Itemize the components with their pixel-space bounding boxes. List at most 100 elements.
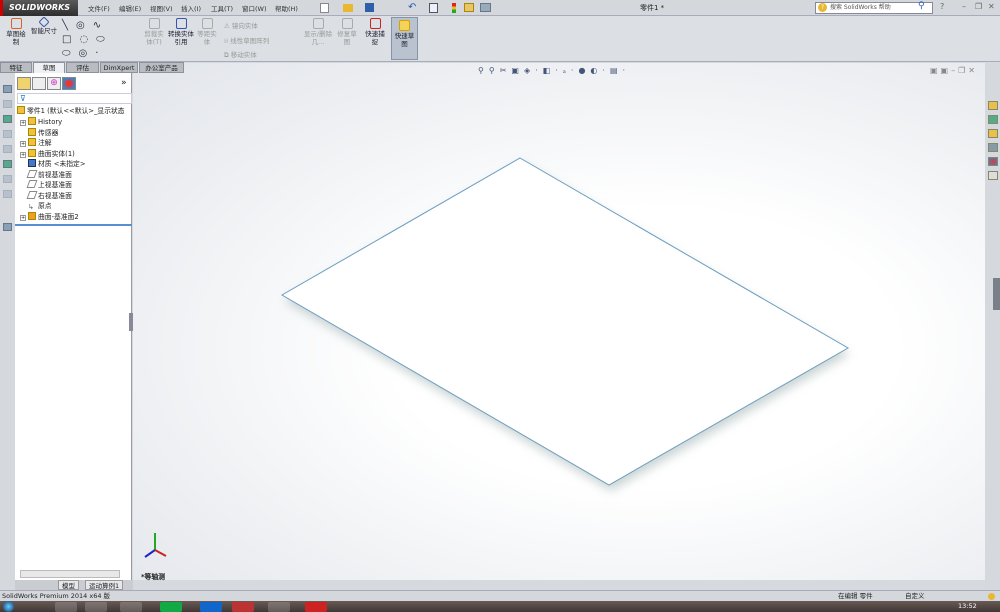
sketch-button[interactable]: 草图绘制 xyxy=(4,18,28,46)
taskbar-app-solidworks[interactable] xyxy=(305,602,327,612)
tab-motion-study[interactable]: 运动算例1 xyxy=(85,580,124,590)
tree-filter-input[interactable]: ⊽ xyxy=(17,93,132,104)
plane-icon xyxy=(26,180,38,188)
expand-panel-icon[interactable]: » xyxy=(121,78,127,88)
view-palette-icon[interactable] xyxy=(988,143,998,152)
graphics-viewport[interactable]: ⚲⚲✂▣◈·◧·ₐ·●◐·▤· ▣▣–❐✕ *等轴测 xyxy=(133,63,985,581)
restore-icon[interactable]: ❐ xyxy=(975,2,982,11)
tab-office-products[interactable]: 办公室产品 xyxy=(139,62,184,73)
minimize-icon[interactable]: – xyxy=(962,2,966,11)
strip-icon[interactable] xyxy=(3,145,12,153)
tree-item-right-plane[interactable]: 右视基准面 xyxy=(26,190,72,202)
strip-icon[interactable] xyxy=(3,175,12,183)
expand-icon[interactable]: + xyxy=(20,214,26,221)
taskbar-app[interactable] xyxy=(85,602,107,612)
tree-item-surface-plane2[interactable]: + 曲面-基准面2 xyxy=(20,211,79,223)
tree-item-origin[interactable]: ↳ 原点 xyxy=(28,201,52,212)
strip-icon[interactable] xyxy=(3,85,12,93)
move-entities-button[interactable]: ⧉ 移动实体 xyxy=(224,49,257,60)
rebuild-icon[interactable] xyxy=(452,3,456,13)
offset-entities-button[interactable]: 等距实体 xyxy=(196,18,218,46)
strip-icon[interactable] xyxy=(3,115,12,123)
tab-sketch[interactable]: 草图 xyxy=(33,62,65,73)
tree-item-surface-bodies[interactable]: + 曲面实体(1) xyxy=(20,148,75,160)
view-orientation-label: *等轴测 xyxy=(141,573,165,581)
repair-sketch-button[interactable]: 修复草图 xyxy=(336,18,358,46)
tab-dimxpert[interactable]: DimXpert xyxy=(100,62,138,73)
undo-icon[interactable]: ↶ xyxy=(408,2,416,13)
sketch-entity-tools[interactable]: ╲◎∿ □◌⬭ ⬭◎· xyxy=(62,19,113,61)
trim-entities-button[interactable]: 剪裁实体(T) xyxy=(142,18,166,46)
custom-properties-icon[interactable] xyxy=(988,171,998,180)
menu-view[interactable]: 视图(V) xyxy=(150,3,173,13)
rebuild-status-icon[interactable] xyxy=(988,593,995,600)
strip-icon[interactable] xyxy=(3,190,12,198)
offset-icon xyxy=(201,18,213,29)
tree-item-front-plane[interactable]: 前视基准面 xyxy=(26,169,72,181)
open-file-icon[interactable] xyxy=(343,4,353,12)
strip-icon[interactable] xyxy=(3,160,12,168)
featuremanager-tab[interactable] xyxy=(17,77,31,90)
design-library-icon[interactable] xyxy=(988,115,998,124)
menu-insert[interactable]: 插入(I) xyxy=(181,3,201,13)
taskbar-app[interactable] xyxy=(160,602,182,612)
tab-features[interactable]: 特征 xyxy=(0,62,32,73)
tree-item-top-plane[interactable]: 上视基准面 xyxy=(26,180,72,191)
task-pane-handle[interactable] xyxy=(993,278,1000,310)
quick-snaps-button[interactable]: 快速捕捉 xyxy=(363,18,387,46)
options-icon[interactable] xyxy=(480,3,491,12)
smart-dimension-button[interactable]: 智能尺寸 xyxy=(31,16,57,35)
help-search-input[interactable]: 搜索 SolidWorks 帮助 xyxy=(815,2,933,14)
help-icon[interactable]: ? xyxy=(940,2,944,11)
smart-dimension-icon xyxy=(38,16,50,28)
rollback-bar[interactable] xyxy=(15,224,132,226)
tree-item-history[interactable]: + History xyxy=(20,117,62,128)
tree-item-sensors[interactable]: 传感器 xyxy=(28,127,58,139)
tree-root[interactable]: 零件1 (默认<<默认>_显示状态 xyxy=(17,106,125,117)
expand-icon[interactable]: + xyxy=(20,141,26,147)
save-icon[interactable] xyxy=(365,3,374,12)
close-icon[interactable]: ✕ xyxy=(988,2,995,11)
menu-tools[interactable]: 工具(T) xyxy=(211,3,233,13)
menu-file[interactable]: 文件(F) xyxy=(88,3,110,13)
tree-item-annotations[interactable]: + 注解 xyxy=(20,138,52,149)
menu-edit[interactable]: 编辑(E) xyxy=(119,3,141,13)
configurationmanager-tab[interactable]: ⊕ xyxy=(47,77,61,90)
tree-item-material[interactable]: 材质 <未指定> xyxy=(28,159,86,170)
taskbar-app[interactable] xyxy=(268,602,290,612)
taskbar-app[interactable] xyxy=(232,602,254,612)
strip-icon[interactable] xyxy=(3,130,12,138)
taskbar-app[interactable] xyxy=(200,602,222,612)
search-icon[interactable]: ⚲ xyxy=(918,1,925,11)
bottom-tabs: 模型 运动算例1 xyxy=(15,580,133,590)
select-icon[interactable] xyxy=(429,3,438,13)
resources-icon[interactable] xyxy=(988,101,998,110)
tab-model[interactable]: 模型 xyxy=(58,580,79,590)
displaymanager-tab[interactable] xyxy=(62,77,76,90)
surface-body-icon xyxy=(28,148,36,157)
strip-icon[interactable] xyxy=(3,223,12,231)
relations-icon xyxy=(312,18,324,29)
mirror-entities-button[interactable]: ⚠ 镜向实体 xyxy=(224,20,258,30)
windows-taskbar: 13:52 xyxy=(0,601,1000,612)
file-properties-icon[interactable] xyxy=(464,3,474,12)
start-button[interactable] xyxy=(3,601,14,612)
new-file-icon[interactable] xyxy=(320,3,329,13)
menu-window[interactable]: 窗口(W) xyxy=(242,3,267,13)
display-delete-relations-button[interactable]: 显示/删除几... xyxy=(303,18,333,46)
tab-evaluate[interactable]: 评估 xyxy=(66,62,99,73)
strip-icon[interactable] xyxy=(3,100,12,108)
expand-icon[interactable]: + xyxy=(20,151,26,158)
taskbar-app[interactable] xyxy=(55,602,77,612)
menu-help[interactable]: 帮助(H) xyxy=(275,3,298,13)
surface-plane[interactable] xyxy=(281,157,850,486)
expand-icon[interactable]: + xyxy=(20,120,26,126)
taskbar-app[interactable] xyxy=(120,602,142,612)
rapid-sketch-button[interactable]: 快速草图 xyxy=(391,17,418,60)
linear-pattern-button[interactable]: ⁞⁞ 线性草图阵列 xyxy=(224,35,269,45)
propertymanager-tab[interactable] xyxy=(32,77,46,90)
appearances-icon[interactable] xyxy=(988,157,998,166)
file-explorer-icon[interactable] xyxy=(988,129,998,138)
convert-entities-button[interactable]: 转换实体引用 xyxy=(168,18,194,46)
tree-horizontal-scrollbar[interactable] xyxy=(20,570,120,578)
